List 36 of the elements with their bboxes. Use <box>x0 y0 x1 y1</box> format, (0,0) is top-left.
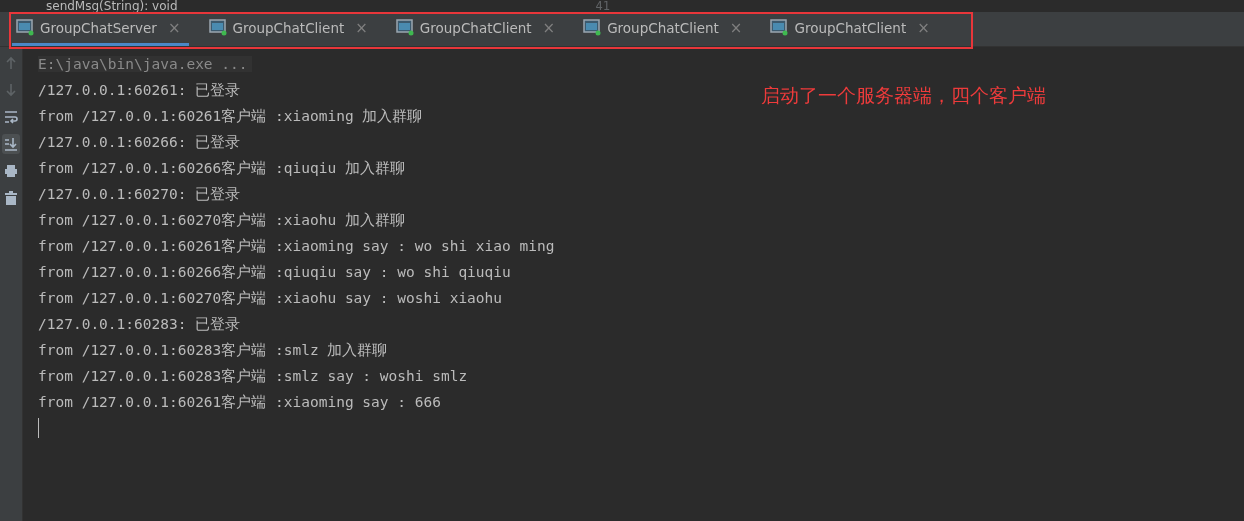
run-tab[interactable]: GroupChatClient × <box>579 12 751 46</box>
console-line: from /127.0.0.1:60261客户端 :xiaoming say : wo shi xiao ming <box>38 237 555 256</box>
console-icon <box>208 19 228 36</box>
trash-icon[interactable] <box>4 191 18 205</box>
console-icon <box>395 19 415 36</box>
console-line: /127.0.0.1:60283: 已登录 <box>38 315 241 334</box>
console-line: /127.0.0.1:60261: 已登录 <box>38 81 241 100</box>
console-icon <box>16 19 35 36</box>
run-tab[interactable]: GroupChatClient × <box>391 12 564 46</box>
console-icon <box>770 19 790 36</box>
annotation-text: 启动了一个服务器端，四个客户端 <box>761 83 1046 108</box>
run-tab[interactable]: GroupChatClient × <box>766 12 938 46</box>
text-cursor <box>38 418 39 438</box>
tab-label: GroupChatClient <box>419 19 532 36</box>
tab-label: GroupChatServer <box>40 19 157 36</box>
console-line: from /127.0.0.1:60266客户端 :qiuqiu 加入群聊 <box>38 159 405 178</box>
soft-wrap-icon[interactable] <box>4 110 18 124</box>
console-line: /127.0.0.1:60266: 已登录 <box>38 133 241 152</box>
console-line: from /127.0.0.1:60266客户端 :qiuqiu say : wo shi qiuqiu <box>38 263 511 282</box>
console-line: from /127.0.0.1:60270客户端 :xiaohu say : woshi xiaohu <box>38 289 503 308</box>
method-signature: sendMsg(String): void <box>46 0 178 12</box>
scroll-to-end-icon[interactable] <box>4 137 18 151</box>
line-number: 41 <box>595 0 610 12</box>
print-icon[interactable] <box>4 164 18 178</box>
tab-label: GroupChatClient <box>794 19 907 36</box>
run-tab[interactable]: GroupChatServer × <box>12 12 189 46</box>
console-line: from /127.0.0.1:60261客户端 :xiaoming say : 666 <box>38 393 441 412</box>
tab-label: GroupChatClient <box>232 19 345 36</box>
console-line: from /127.0.0.1:60261客户端 :xiaoming 加入群聊 <box>38 107 423 126</box>
console-line: from /127.0.0.1:60270客户端 :xiaohu 加入群聊 <box>38 211 405 230</box>
console-line: from /127.0.0.1:60283客户端 :smlz say : woshi smlz <box>38 367 468 386</box>
tab-label: GroupChatClient <box>607 19 719 36</box>
console-line: from /127.0.0.1:60283客户端 :smlz 加入群聊 <box>38 341 388 360</box>
console-icon <box>583 19 603 36</box>
console-line: /127.0.0.1:60270: 已登录 <box>38 185 241 204</box>
run-tab[interactable]: GroupChatClient × <box>204 12 376 46</box>
